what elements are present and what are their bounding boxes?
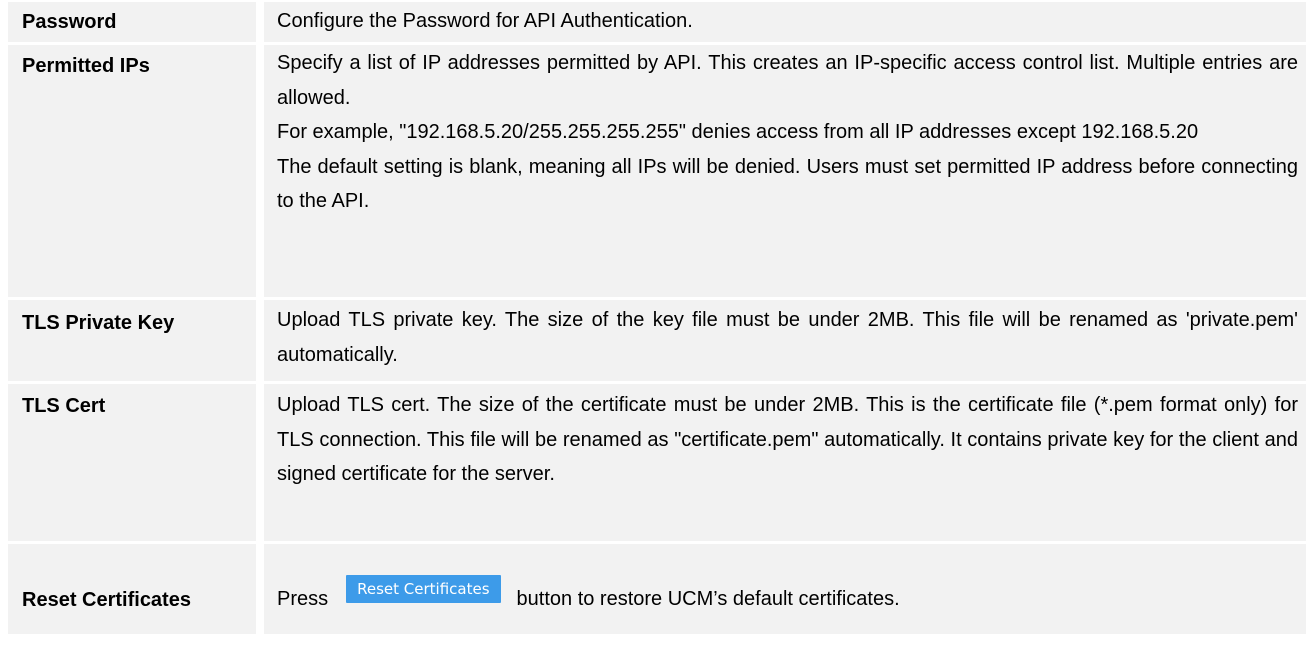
description-line: Upload TLS private key. The size of the …: [277, 309, 1298, 366]
description-line: For example, "192.168.5.20/255.255.255.2…: [277, 121, 1199, 143]
table-row-reset-certificates: Reset Certificates Press Reset Certifica…: [8, 544, 1306, 634]
row-description: Specify a list of IP addresses permitted…: [264, 45, 1306, 297]
table-row-password: Password Configure the Password for API …: [8, 2, 1306, 45]
row-label: TLS Cert: [8, 384, 264, 541]
description-line: Upload TLS cert. The size of the certifi…: [277, 394, 1298, 485]
row-description: Upload TLS cert. The size of the certifi…: [264, 384, 1306, 541]
description-line: Specify a list of IP addresses permitted…: [277, 52, 1298, 109]
row-description: Upload TLS private key. The size of the …: [264, 300, 1306, 381]
table-row-tls-cert: TLS Cert Upload TLS cert. The size of th…: [8, 384, 1306, 544]
settings-table: Password Configure the Password for API …: [8, 2, 1306, 634]
press-text: Press: [277, 588, 329, 610]
row-label: Reset Certificates: [8, 544, 264, 634]
row-label: Permitted IPs: [8, 45, 264, 297]
table-row-permitted-ips: Permitted IPs Specify a list of IP addre…: [8, 45, 1306, 300]
description-line: The default setting is blank, meaning al…: [277, 155, 1298, 213]
row-label: TLS Private Key: [8, 300, 264, 381]
table-row-tls-private-key: TLS Private Key Upload TLS private key. …: [8, 300, 1306, 384]
reset-certificates-button[interactable]: Reset Certificates: [346, 575, 501, 603]
row-description: Configure the Password for API Authentic…: [264, 2, 1306, 42]
after-button-text: button to restore UCM’s default certific…: [516, 588, 900, 610]
description-line: Configure the Password for API Authentic…: [277, 10, 693, 32]
row-label: Password: [8, 2, 264, 42]
row-description: Press Reset Certificates button to resto…: [264, 544, 1306, 634]
